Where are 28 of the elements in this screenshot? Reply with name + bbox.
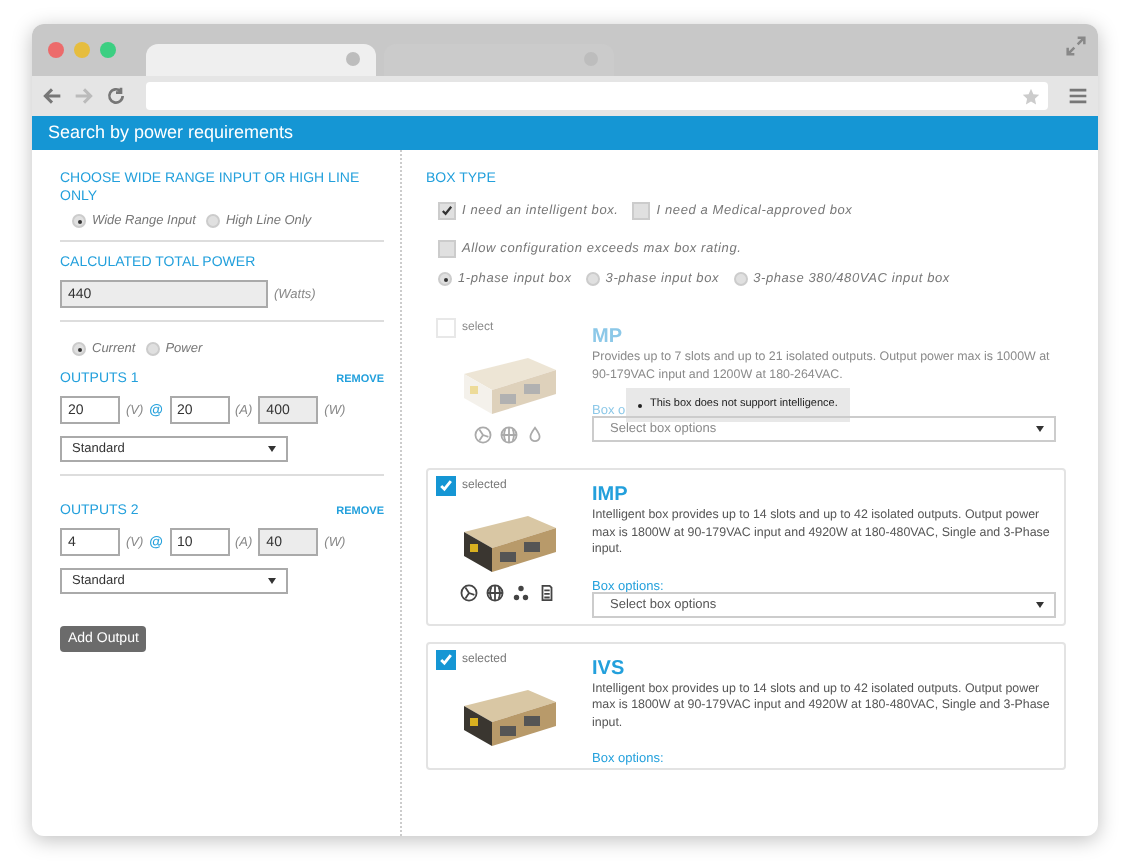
- checkmark-icon: [438, 478, 454, 494]
- nodes-icon: [512, 584, 530, 602]
- fan-icon: [473, 426, 491, 444]
- document-icon: [538, 584, 556, 602]
- close-window-icon[interactable]: [48, 42, 64, 58]
- globe-icon: [486, 584, 504, 602]
- caret-icon: [1036, 426, 1044, 432]
- menu-icon[interactable]: [1068, 86, 1088, 106]
- globe-icon: [499, 426, 517, 444]
- browser-tab[interactable]: [146, 44, 376, 76]
- caret-icon: [268, 578, 276, 584]
- checkmark-icon: [438, 651, 454, 667]
- zoom-window-icon[interactable]: [100, 42, 116, 58]
- caret-icon: [268, 446, 276, 452]
- checkmark-icon: [440, 204, 454, 218]
- caret-icon: [1036, 601, 1044, 607]
- drop-icon: [525, 426, 543, 444]
- back-icon[interactable]: [42, 86, 62, 106]
- address-bar[interactable]: [146, 82, 1048, 110]
- box-name[interactable]: IVS: [592, 657, 1056, 679]
- star-icon[interactable]: [1022, 87, 1040, 105]
- minimize-window-icon[interactable]: [74, 42, 90, 58]
- expand-icon[interactable]: [1066, 36, 1086, 56]
- reload-icon[interactable]: [106, 86, 126, 106]
- fan-icon: [460, 584, 478, 602]
- header-title: Search by power requirements: [48, 122, 294, 142]
- forward-icon[interactable]: [74, 86, 94, 106]
- box-name[interactable]: IMP: [592, 484, 1056, 506]
